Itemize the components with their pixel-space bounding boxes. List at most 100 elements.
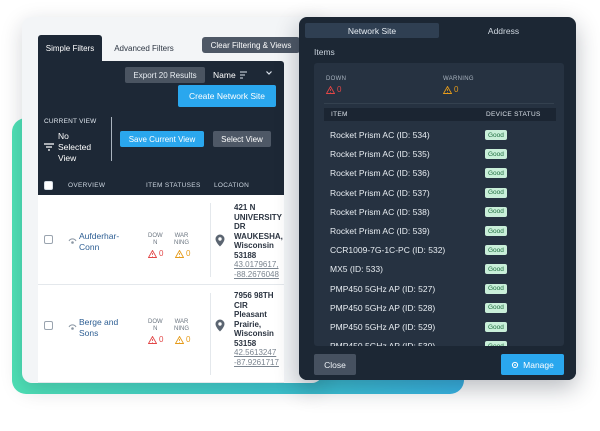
tab-simple-filters[interactable]: Simple Filters	[38, 35, 102, 61]
item-name: Rocket Prism AC (ID: 534)	[330, 130, 430, 140]
export-results-button[interactable]: Export 20 Results	[125, 67, 205, 83]
warning-triangle-icon	[175, 335, 184, 344]
coordinates-link[interactable]: 42.5613247	[234, 348, 284, 358]
warning-count: 0	[175, 249, 190, 258]
item-name: PMP450 5GHz AP (ID: 529)	[330, 322, 436, 332]
screenshot-stage: Simple Filters Advanced Filters Clear Fi…	[0, 0, 600, 431]
tab-network-site[interactable]: Network Site	[305, 23, 439, 38]
status-badge: Good	[485, 302, 507, 313]
tab-address[interactable]: Address	[439, 23, 568, 38]
warning-count-value: 0	[186, 249, 191, 258]
manage-button[interactable]: Manage	[501, 354, 564, 375]
address-line: DR	[234, 222, 246, 231]
item-name: Rocket Prism AC (ID: 536)	[330, 168, 430, 179]
sort-select[interactable]: Name	[213, 67, 275, 83]
coordinates-link[interactable]: 43.0179617,	[234, 260, 284, 270]
address-line: Wisconsin	[234, 241, 274, 250]
create-network-site-button[interactable]: Create Network Site	[178, 85, 276, 107]
list-item[interactable]: MX5 (ID: 533) Good	[330, 263, 550, 277]
close-button[interactable]: Close	[314, 354, 356, 375]
down-count-value: 0	[159, 335, 164, 344]
alert-triangle-icon	[148, 335, 157, 344]
item-name: Rocket Prism AC (ID: 537)	[330, 187, 430, 198]
current-view: CURRENT VIEW No Selected View	[44, 118, 104, 163]
column-item: ITEM	[331, 111, 348, 118]
item-name: PMP450 5GHz AP (ID: 528)	[330, 302, 436, 313]
row-checkbox[interactable]	[44, 235, 53, 244]
manage-button-label: Manage	[523, 359, 554, 370]
clear-filtering-button[interactable]: Clear Filtering & Views	[202, 37, 300, 53]
summary-warning-count: 0	[443, 85, 458, 94]
status-badge: Good	[485, 149, 507, 160]
chevron-down-icon	[266, 71, 272, 75]
down-label-line1: DOW	[148, 233, 163, 239]
network-sites-panel: Simple Filters Advanced Filters Clear Fi…	[22, 17, 322, 383]
sort-icon	[239, 71, 247, 79]
coordinates-link[interactable]: -87.9261717	[234, 358, 284, 368]
down-label-line2: N	[153, 240, 158, 246]
address-line: Pleasant	[234, 310, 267, 319]
warning-label-line2: NING	[174, 240, 189, 246]
network-site-icon	[68, 238, 77, 244]
column-item-statuses[interactable]: ITEM STATUSES	[146, 182, 201, 189]
warning-triangle-icon	[443, 85, 452, 94]
warning-label: WAR NING	[174, 233, 189, 247]
select-all-checkbox[interactable]	[44, 181, 53, 190]
list-item[interactable]: CCR1009-7G-1C-PC (ID: 532) Good	[330, 244, 550, 258]
tab-advanced-filters[interactable]: Advanced Filters	[106, 35, 182, 61]
items-table-header: ITEM DEVICE STATUS	[324, 108, 556, 121]
warning-label-line2: NING	[174, 326, 189, 332]
status-badge: Good	[485, 206, 507, 217]
items-panel: DOWN 0 WARNING 0 ITEM DEVICE STATUS Rock…	[314, 63, 564, 346]
list-item[interactable]: PMP450 5GHz AP (ID: 530) Good	[330, 340, 550, 346]
summary-warning-label: WARNING	[443, 76, 474, 82]
table-header: OVERVIEW ITEM STATUSES LOCATION	[38, 177, 284, 195]
address-line: Prairie,	[234, 319, 262, 329]
status-badge: Good	[485, 168, 507, 179]
list-item[interactable]: PMP450 5GHz AP (ID: 527) Good	[330, 283, 550, 297]
list-item[interactable]: Rocket Prism AC (ID: 534) Good	[330, 129, 550, 143]
current-view-line2: Selected	[58, 142, 92, 152]
item-name: Rocket Prism AC (ID: 538)	[330, 206, 430, 217]
list-item[interactable]: PMP450 5GHz AP (ID: 529) Good	[330, 321, 550, 335]
alert-triangle-icon	[148, 249, 157, 258]
list-item[interactable]: Rocket Prism AC (ID: 536) Good	[330, 167, 550, 181]
address-line: 7956 98TH	[234, 291, 274, 300]
table-row[interactable]: Aufderhar- Conn DOW N 0 WAR NING 0 421 N…	[38, 195, 284, 285]
list-item[interactable]: Rocket Prism AC (ID: 535) Good	[330, 148, 550, 162]
list-item[interactable]: Rocket Prism AC (ID: 539) Good	[330, 225, 550, 239]
down-label-line2: N	[153, 326, 158, 332]
summary-down-count: 0	[326, 85, 341, 94]
items-heading: Items	[314, 47, 335, 57]
item-name: MX5 (ID: 533)	[330, 264, 383, 275]
divider	[111, 117, 112, 161]
list-item[interactable]: PMP450 5GHz AP (ID: 528) Good	[330, 302, 550, 316]
list-item[interactable]: Rocket Prism AC (ID: 538) Good	[330, 206, 550, 220]
current-view-label: CURRENT VIEW	[44, 118, 97, 125]
table-row[interactable]: Berge and Sons DOW N 0 WAR NING 0 7956 9…	[38, 285, 284, 383]
column-overview[interactable]: OVERVIEW	[68, 182, 105, 189]
address-line: 53158	[234, 338, 257, 348]
summary-warning-value: 0	[454, 85, 459, 94]
select-view-button[interactable]: Select View	[213, 131, 271, 147]
coordinates-link[interactable]: -88.2676048	[234, 270, 284, 280]
save-current-view-button[interactable]: Save Current View	[120, 131, 204, 147]
site-name-link[interactable]: Aufderhar- Conn	[79, 231, 119, 253]
site-address: 421 N UNIVERSITY DR WAUKESHA, Wisconsin …	[234, 203, 284, 279]
item-name: PMP450 5GHz AP (ID: 527)	[330, 283, 436, 294]
warning-label: WAR NING	[174, 319, 189, 333]
list-item[interactable]: Rocket Prism AC (ID: 537) Good	[330, 187, 550, 201]
filter-icon	[44, 143, 54, 151]
divider	[210, 203, 211, 277]
address-line: CIR	[234, 300, 248, 310]
row-checkbox[interactable]	[44, 321, 53, 330]
divider	[324, 103, 554, 104]
down-label: DOW N	[148, 233, 163, 247]
filter-toolbar: Export 20 Results Name Create Network Si…	[38, 61, 284, 195]
down-count: 0	[148, 335, 163, 344]
status-badge: Good	[485, 283, 507, 294]
column-location[interactable]: LOCATION	[214, 182, 249, 189]
panel-footer: Close Manage	[299, 350, 576, 380]
site-name-link[interactable]: Berge and Sons	[79, 317, 118, 339]
address-line: WAUKESHA,	[234, 231, 283, 241]
